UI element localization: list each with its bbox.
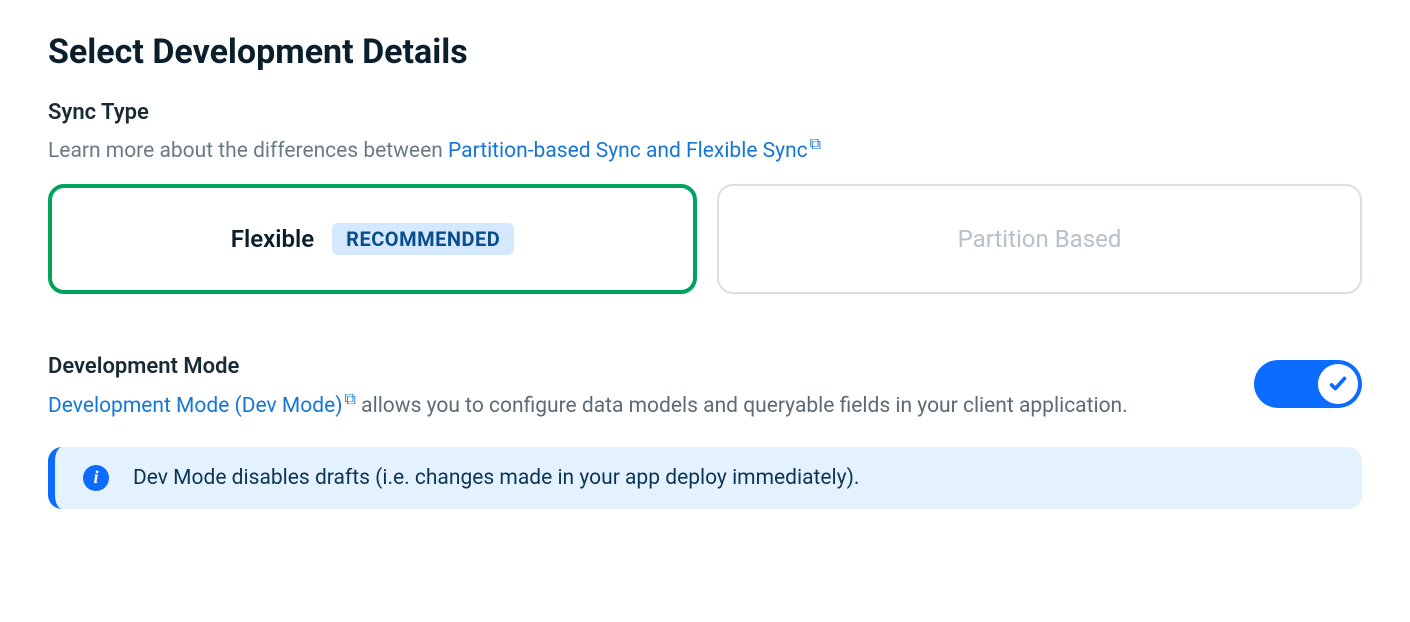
info-icon: i <box>83 465 109 491</box>
info-banner: i Dev Mode disables drafts (i.e. changes… <box>48 447 1362 509</box>
sync-option-flexible[interactable]: Flexible RECOMMENDED <box>48 184 697 294</box>
sync-type-section: Sync Type Learn more about the differenc… <box>48 100 1362 294</box>
sync-option-partition[interactable]: Partition Based <box>717 184 1362 294</box>
page-heading: Select Development Details <box>48 32 1362 72</box>
sync-type-helper: Learn more about the differences between… <box>48 133 1362 166</box>
sync-type-label: Sync Type <box>48 100 1362 125</box>
sync-learn-more-link[interactable]: Partition-based Sync and Flexible Sync⧉ <box>448 139 821 163</box>
external-link-icon: ⧉ <box>345 387 356 412</box>
development-mode-section: Development Mode Development Mode (Dev M… <box>48 354 1362 423</box>
sync-option-flexible-label: Flexible <box>231 225 314 253</box>
external-link-icon: ⧉ <box>810 133 821 155</box>
development-mode-description: Development Mode (Dev Mode)⧉ allows you … <box>48 387 1214 423</box>
dev-mode-link[interactable]: Development Mode (Dev Mode)⧉ <box>48 394 361 418</box>
recommended-badge: RECOMMENDED <box>332 223 514 255</box>
sync-helper-prefix: Learn more about the differences between <box>48 139 448 163</box>
dev-mode-desc-tail: allows you to configure data models and … <box>361 394 1128 418</box>
info-banner-text: Dev Mode disables drafts (i.e. changes m… <box>133 466 859 490</box>
check-icon <box>1327 373 1349 395</box>
development-mode-label: Development Mode <box>48 354 1214 379</box>
toggle-knob <box>1318 364 1358 404</box>
sync-type-options: Flexible RECOMMENDED Partition Based <box>48 184 1362 294</box>
sync-option-partition-label: Partition Based <box>958 225 1122 253</box>
dev-mode-toggle[interactable] <box>1254 360 1362 408</box>
